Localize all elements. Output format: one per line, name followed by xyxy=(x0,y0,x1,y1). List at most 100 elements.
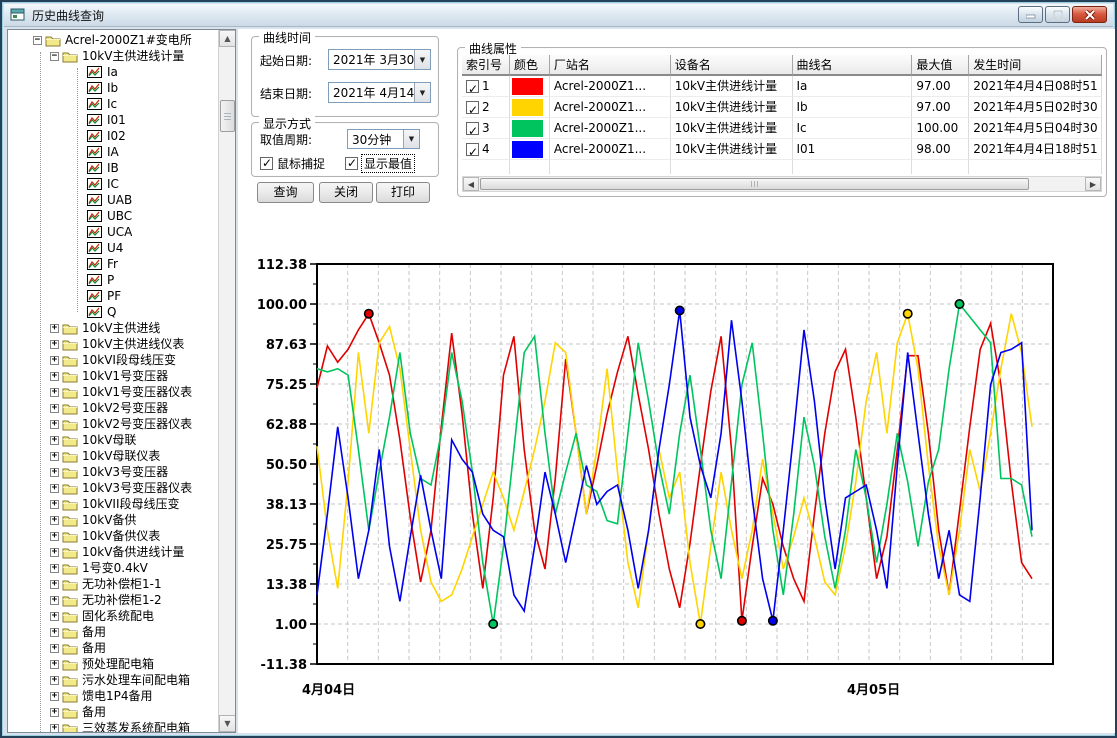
tree-expander-icon[interactable]: + xyxy=(50,628,59,637)
tree-expander-icon[interactable]: + xyxy=(50,612,59,621)
tree-expander-icon[interactable]: + xyxy=(50,484,59,493)
tree-expander-icon[interactable]: + xyxy=(50,388,59,397)
show-extremes-option[interactable]: 显示最值 xyxy=(345,155,414,172)
tree-expander-icon[interactable]: + xyxy=(50,644,59,653)
tree-item-label: UCA xyxy=(107,224,132,240)
folder-icon xyxy=(62,658,78,671)
table-horizontal-scrollbar[interactable]: ◀ ▶ xyxy=(462,176,1102,192)
tree-expander-icon[interactable]: + xyxy=(50,372,59,381)
tree-item-label: 10kV3号变压器仪表 xyxy=(82,480,192,496)
tree-expander-icon[interactable]: + xyxy=(50,404,59,413)
empty-cell xyxy=(510,160,550,174)
tree-expander-icon[interactable]: + xyxy=(50,548,59,557)
scroll-left-icon[interactable]: ◀ xyxy=(463,177,479,191)
column-header-5[interactable]: 最大值 xyxy=(912,55,969,76)
row-checkbox[interactable] xyxy=(466,143,479,156)
curve-icon xyxy=(87,82,103,94)
row-max-cell: 100.00 xyxy=(912,118,969,139)
close-button[interactable] xyxy=(1072,6,1107,23)
show-extremes-checkbox[interactable] xyxy=(345,157,358,170)
end-date-value: 2021年 4月14 xyxy=(329,83,414,102)
tree-expander-icon[interactable]: + xyxy=(50,724,59,733)
tree-expander-icon[interactable]: + xyxy=(50,436,59,445)
column-header-0[interactable]: 索引号 xyxy=(462,55,510,76)
scroll-down-icon[interactable]: ▼ xyxy=(219,715,236,732)
history-curve-query-window: 历史曲线查询 −Acrel-2000Z1#变电所−10kV主供进线计量IaIbI… xyxy=(0,0,1117,738)
folder-icon xyxy=(62,354,78,367)
row-max-cell: 97.00 xyxy=(912,76,969,97)
row-color-cell xyxy=(510,139,550,160)
tree-expander-icon[interactable]: + xyxy=(50,516,59,525)
tree-expander-icon[interactable]: + xyxy=(50,676,59,685)
row-checkbox[interactable] xyxy=(466,122,479,135)
minimize-button[interactable] xyxy=(1018,6,1043,23)
folder-icon xyxy=(62,482,78,495)
tree-guide-line xyxy=(77,68,78,312)
tree-expander-icon[interactable]: + xyxy=(50,708,59,717)
mouse-capture-checkbox[interactable] xyxy=(260,157,273,170)
titlebar[interactable]: 历史曲线查询 xyxy=(4,4,1113,27)
folder-icon xyxy=(45,34,61,47)
row-station-cell: Acrel-2000Z1... xyxy=(550,97,671,118)
column-header-1[interactable]: 颜色 xyxy=(510,55,550,76)
curve-icon xyxy=(87,210,103,222)
table-row-empty xyxy=(462,160,1102,174)
column-header-3[interactable]: 设备名 xyxy=(671,55,793,76)
table-row[interactable]: 4Acrel-2000Z1...10kV主供进线计量I0198.002021年4… xyxy=(462,139,1102,160)
tree-expander-icon[interactable]: + xyxy=(50,420,59,429)
tree-expander-icon[interactable]: + xyxy=(50,532,59,541)
table-row[interactable]: 3Acrel-2000Z1...10kV主供进线计量Ic100.002021年4… xyxy=(462,118,1102,139)
tree-item-root[interactable]: −Acrel-2000Z1#变电所 xyxy=(9,32,217,48)
column-header-2[interactable]: 厂站名 xyxy=(550,55,671,76)
start-date-dropdown-icon[interactable]: ▼ xyxy=(414,50,430,69)
tree-item-label: 10kV主供进线 xyxy=(82,320,160,336)
tree-expander-icon[interactable]: + xyxy=(50,660,59,669)
row-index-cell[interactable]: 1 xyxy=(462,76,510,97)
tree-expander-icon[interactable]: + xyxy=(50,692,59,701)
row-checkbox[interactable] xyxy=(466,101,479,114)
column-header-4[interactable]: 曲线名 xyxy=(793,55,913,76)
end-date-dropdown-icon[interactable]: ▼ xyxy=(414,83,430,102)
tree-vertical-scrollbar[interactable]: ▲ ▼ xyxy=(218,30,235,732)
tree-expander-icon[interactable]: + xyxy=(50,580,59,589)
scroll-right-icon[interactable]: ▶ xyxy=(1085,177,1101,191)
maximize-button[interactable] xyxy=(1045,6,1070,23)
query-button[interactable]: 查询 xyxy=(257,182,314,203)
table-row[interactable]: 1Acrel-2000Z1...10kV主供进线计量Ia97.002021年4月… xyxy=(462,76,1102,97)
end-date-picker[interactable]: 2021年 4月14 ▼ xyxy=(328,82,431,103)
mouse-capture-option[interactable]: 鼠标捕捉 xyxy=(260,155,325,172)
tree-expander-icon[interactable]: + xyxy=(50,340,59,349)
table-scrollbar-thumb[interactable] xyxy=(480,178,1029,190)
folder-icon xyxy=(62,450,78,463)
row-index-cell[interactable]: 2 xyxy=(462,97,510,118)
tree-item-label: 污水处理车间配电箱 xyxy=(82,672,190,688)
row-index-cell[interactable]: 4 xyxy=(462,139,510,160)
folder-icon xyxy=(62,722,78,733)
column-header-6[interactable]: 发生时间 xyxy=(969,55,1102,76)
period-dropdown-icon[interactable]: ▼ xyxy=(403,130,419,148)
tree-item-label: I01 xyxy=(107,112,126,128)
start-date-picker[interactable]: 2021年 3月30 ▼ xyxy=(328,49,431,70)
row-index-cell[interactable]: 3 xyxy=(462,118,510,139)
table-row[interactable]: 2Acrel-2000Z1...10kV主供进线计量Ib97.002021年4月… xyxy=(462,97,1102,118)
period-value: 30分钟 xyxy=(348,130,403,148)
tree-item-label: 10kV备供 xyxy=(82,512,136,528)
period-select[interactable]: 30分钟 ▼ xyxy=(347,129,420,149)
tree-expander-icon[interactable]: − xyxy=(33,36,42,45)
tree-expander-icon[interactable]: − xyxy=(50,52,59,61)
print-button[interactable]: 打印 xyxy=(376,182,430,203)
close-dialog-button[interactable]: 关闭 xyxy=(319,182,373,203)
curve-icon xyxy=(87,226,103,238)
tree-expander-icon[interactable]: + xyxy=(50,356,59,365)
tree-expander-icon[interactable]: + xyxy=(50,324,59,333)
row-station-cell: Acrel-2000Z1... xyxy=(550,139,671,160)
row-max-cell: 98.00 xyxy=(912,139,969,160)
tree-expander-icon[interactable]: + xyxy=(50,564,59,573)
tree-expander-icon[interactable]: + xyxy=(50,500,59,509)
tree-expander-icon[interactable]: + xyxy=(50,452,59,461)
scroll-up-icon[interactable]: ▲ xyxy=(219,30,236,47)
tree-expander-icon[interactable]: + xyxy=(50,596,59,605)
tree-expander-icon[interactable]: + xyxy=(50,468,59,477)
row-checkbox[interactable] xyxy=(466,80,479,93)
tree-scrollbar-thumb[interactable] xyxy=(220,100,235,132)
